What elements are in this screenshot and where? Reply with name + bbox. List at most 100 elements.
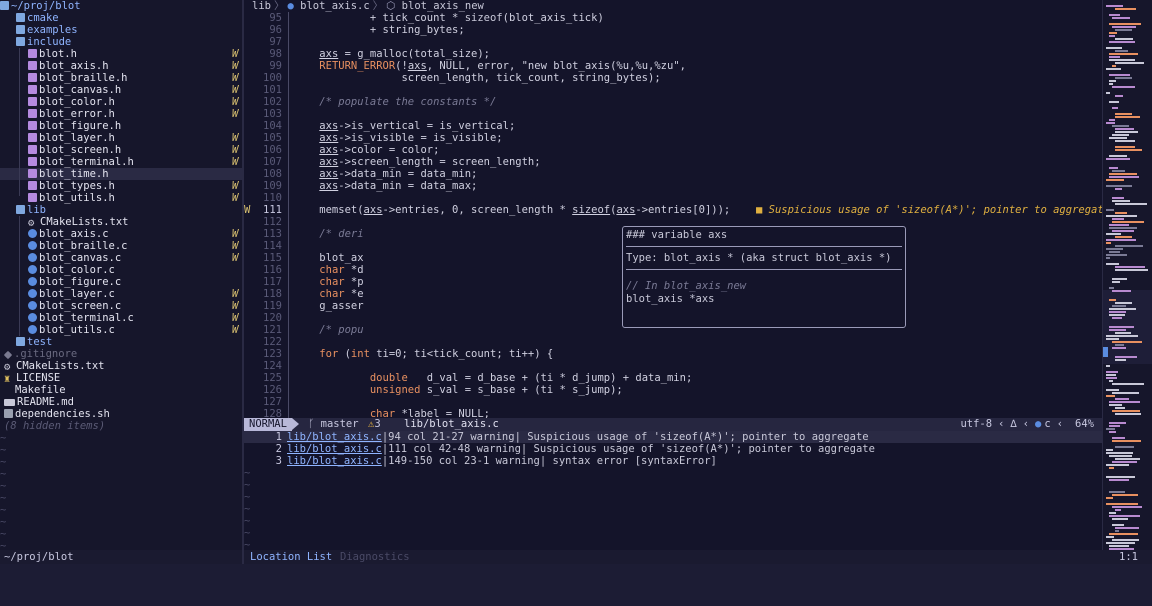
tree-item[interactable]: blot_color.h W [0,96,242,108]
gutter-separator [288,384,289,396]
location-file-link[interactable]: lib/blot_axis.c [287,455,382,467]
folder-icon [16,25,25,34]
tree-item[interactable]: blot_axis.h W [0,60,242,72]
minimap-line [1112,125,1129,127]
code-line[interactable]: unsigned s_val = s_base + (ti * s_jump); [294,384,623,396]
tree-item[interactable]: blot_terminal.h W [0,156,242,168]
location-file-link[interactable]: lib/blot_axis.c [287,443,382,455]
line-number: 95 [269,12,282,24]
tree-item[interactable]: blot_canvas.c W [0,252,242,264]
code-line[interactable]: double d_val = d_base + (ti * d_jump) + … [294,372,692,384]
tree-item[interactable]: (8 hidden items) [0,420,242,432]
code-line[interactable]: axs->is_visible = is_visible; [294,132,502,144]
tree-item[interactable]: blot_error.h W [0,108,242,120]
tree-item[interactable]: blot_terminal.c W [0,312,242,324]
editor-pane[interactable]: lib 〉 ● blot_axis.c 〉 ⬡ blot_axis_new 95 + t… [244,0,1102,418]
gutter-separator [288,132,289,144]
code-line[interactable]: axs->is_vertical = is_vertical; [294,120,515,132]
tree-item[interactable]: blot_screen.c W [0,300,242,312]
tree-item[interactable]: blot_types.h W [0,180,242,192]
tree-item[interactable]: blot_braille.c W [0,240,242,252]
code-line[interactable]: axs = g_malloc(total_size); [294,48,490,60]
tree-item[interactable]: blot.h W [0,48,242,60]
gutter-separator [288,84,289,96]
tree-root[interactable]: ~/proj/blot [0,0,242,12]
tree-item[interactable]: ⚙ CMakeLists.txt [0,216,242,229]
code-line[interactable]: axs->data_min = data_max; [294,180,477,192]
minimap-border [1102,0,1103,564]
line-number: 122 [263,336,282,348]
code-line[interactable]: char *e [294,288,363,300]
code-line[interactable]: + string_bytes; [294,24,465,36]
tab-diagnostics[interactable]: Diagnostics [340,550,410,564]
breadcrumb-file[interactable]: blot_axis.c [300,0,370,12]
tree-item[interactable]: .gitignore [0,348,242,360]
tree-item[interactable]: blot_utils.c W [0,324,242,336]
tree-item[interactable]: blot_layer.h W [0,132,242,144]
minimap-line [1112,518,1128,520]
location-list-panel[interactable]: 1 lib/blot_axis.c|94 col 21-27 warning| S… [244,431,1102,551]
c-file-icon: ● [1035,418,1042,430]
code-line[interactable]: /* deri [294,228,363,240]
tree-item[interactable]: README.md [0,396,242,408]
code-line[interactable]: char *d [294,264,363,276]
cursor-position: 1:1 [1119,551,1138,563]
tree-item[interactable]: blot_axis.c W [0,228,242,240]
location-list-row[interactable]: 3 lib/blot_axis.c|149-150 col 23-1 warnin… [244,455,1102,467]
tree-item[interactable]: blot_figure.h [0,120,242,132]
code-line[interactable]: axs->data_min = data_min; [294,168,477,180]
git-status-marker: W [232,252,239,264]
location-list-row[interactable]: 2 lib/blot_axis.c|111 col 42-48 warning| … [244,443,1102,455]
code-line[interactable]: screen_length, tick_count, string_bytes)… [294,72,660,84]
tree-item[interactable]: ♜ LICENSE [0,372,242,385]
minimap-line [1106,257,1110,259]
tree-item[interactable]: blot_color.c [0,264,242,276]
tree-item[interactable]: blot_braille.h W [0,72,242,84]
tree-item[interactable]: dependencies.sh [0,408,242,420]
file-tree-panel[interactable]: ~/proj/blot cmake examples include blot.h Wb… [0,0,242,564]
code-line[interactable]: /* populate the constants */ [294,96,496,108]
code-line[interactable]: + tick_count * sizeof(blot_axis_tick) [294,12,604,24]
tree-item[interactable]: blot_utils.h W [0,192,242,204]
command-line[interactable] [0,564,1152,606]
git-status-marker: W [232,180,239,192]
code-line[interactable]: axs->color = color; [294,144,439,156]
gutter-separator [288,312,289,324]
minimap-line [1112,281,1120,283]
location-file-link[interactable]: lib/blot_axis.c [287,431,382,443]
tree-item[interactable]: test [0,336,242,348]
tree-item[interactable]: blot_time.h [0,168,242,180]
tree-item[interactable]: examples [0,24,242,36]
tree-item[interactable]: lib [0,204,242,216]
tree-item[interactable]: blot_layer.c W [0,288,242,300]
hover-divider [626,269,902,270]
warning-count[interactable]: ⚠3 [368,418,381,431]
code-line[interactable]: char *label = NULL; [294,408,490,418]
breadcrumb-symbol[interactable]: blot_axis_new [402,0,484,12]
tab-location-list[interactable]: Location List [250,550,332,564]
minimap-line [1109,431,1116,433]
breadcrumb-dir[interactable]: lib [252,0,271,12]
empty-line-marker: ~ [0,468,7,480]
tree-item[interactable]: blot_figure.c [0,276,242,288]
code-line[interactable]: /* popu [294,324,363,336]
tree-item[interactable]: Makefile [0,384,242,396]
tree-item-label: README.md [17,396,74,408]
location-list-row[interactable]: 1 lib/blot_axis.c|94 col 21-27 warning| S… [244,431,1102,443]
tree-item[interactable]: include [0,36,242,48]
minimap[interactable] [1102,0,1152,564]
code-line[interactable]: axs->screen_length = screen_length; [294,156,540,168]
minimap-line [1106,377,1117,379]
tree-item[interactable]: ⚙ CMakeLists.txt [0,360,242,373]
tree-item-label: examples [27,24,78,36]
tree-item[interactable]: blot_canvas.h W [0,84,242,96]
code-line[interactable]: for (int ti=0; ti<tick_count; ti++) { [294,348,553,360]
minimap-line [1109,80,1116,82]
code-line[interactable]: memset(axs->entries, 0, screen_length * … [294,204,730,216]
code-line[interactable]: RETURN_ERROR(!axs, NULL, error, "new blo… [294,60,686,72]
tree-item[interactable]: cmake [0,12,242,24]
code-line[interactable]: char *p [294,276,363,288]
code-line[interactable]: g_asser [294,300,363,312]
tree-item[interactable]: blot_screen.h W [0,144,242,156]
minimap-line [1115,62,1144,64]
